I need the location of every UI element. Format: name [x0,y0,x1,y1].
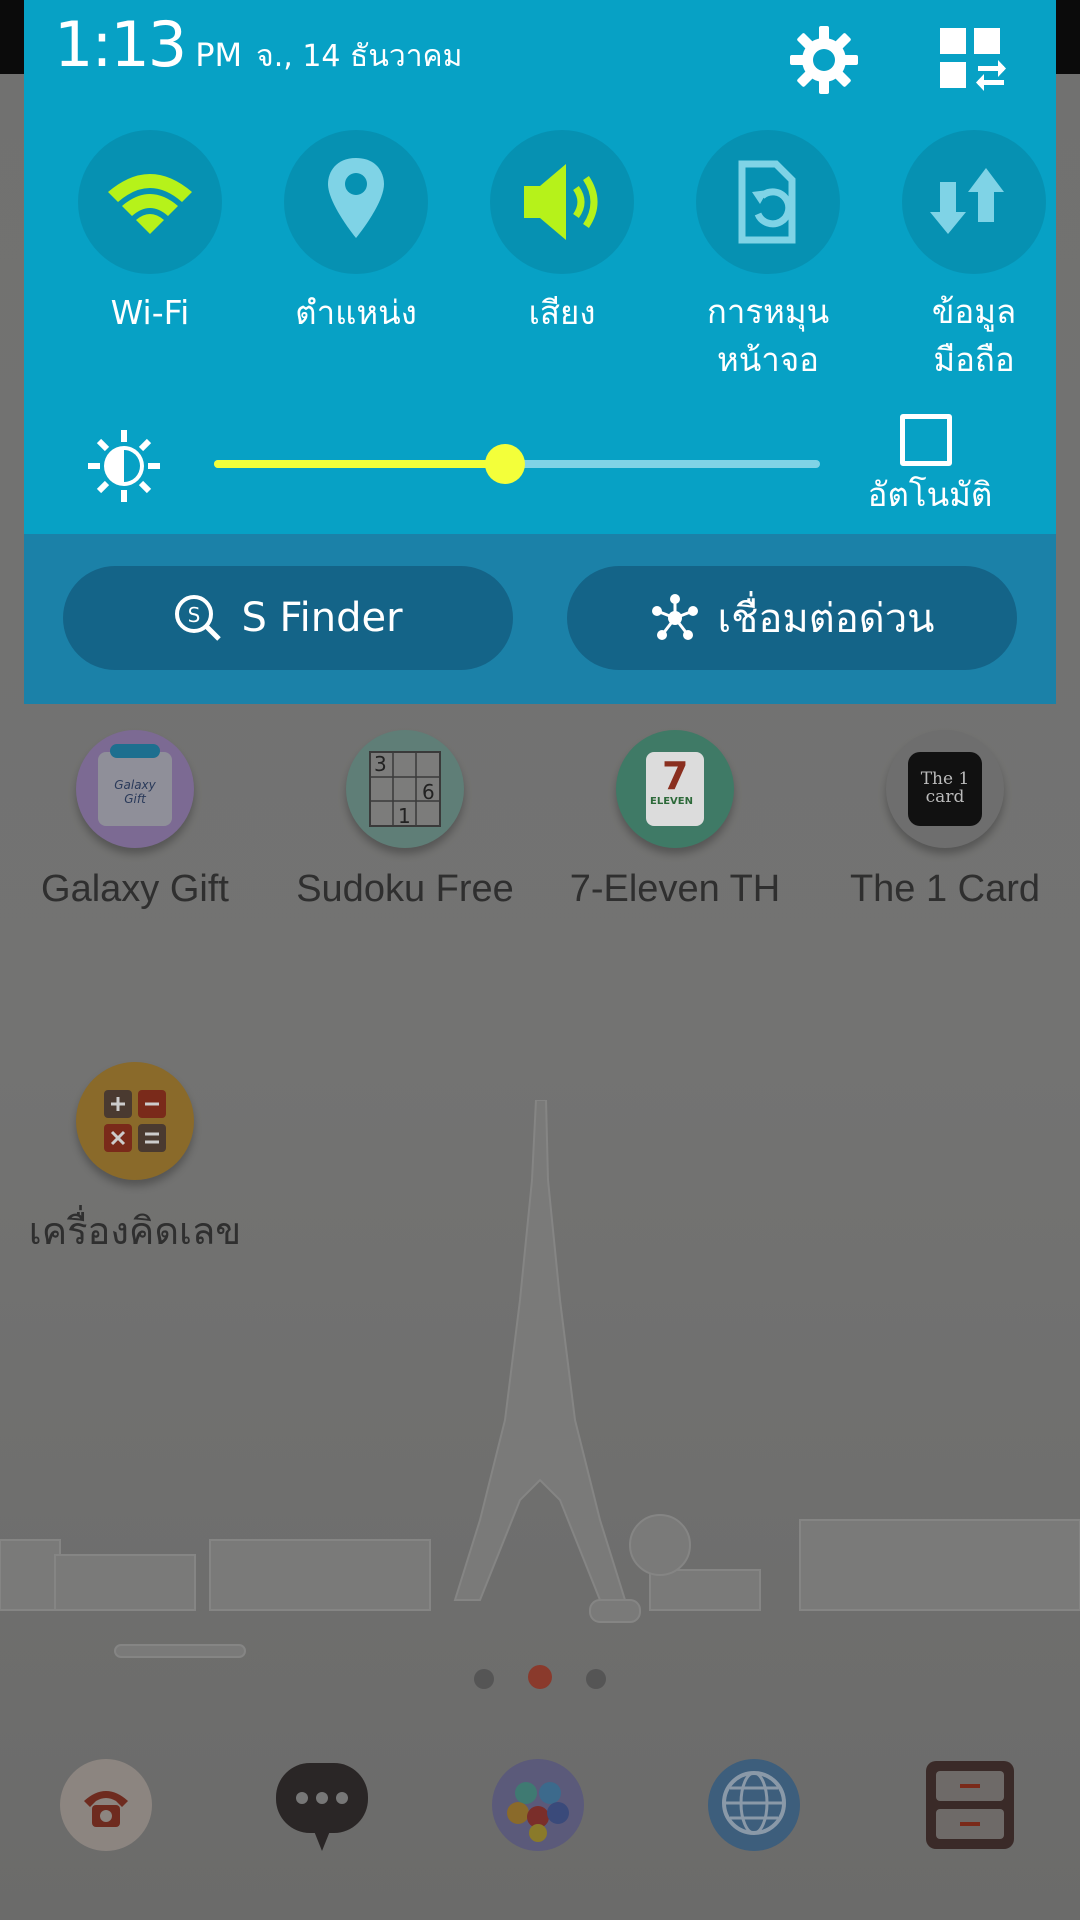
clock-time: 1:13 [54,8,187,81]
toggle-label: ตำแหน่ง [295,293,417,332]
s-finder-button[interactable]: S S Finder [63,566,513,670]
speaker-icon [490,130,634,274]
toggle-location[interactable]: ตำแหน่ง [261,130,451,338]
sudoku-icon: 3 6 1 [346,730,464,848]
the1card-icon: The 1 card [886,730,1004,848]
gear-icon[interactable] [786,22,862,98]
quick-connect-icon [651,594,698,640]
clock-ampm: PM [195,36,243,74]
toggle-sound[interactable]: เสียง [467,130,657,338]
gift-icon-text: Galaxy Gift [114,778,156,806]
apps-icon[interactable] [488,1755,588,1855]
toggle-label: ข้อมูล มือถือ [931,292,1017,379]
sudoku-digit: 1 [398,804,411,828]
page-dot[interactable] [586,1669,606,1689]
card-text: The 1 card [920,769,970,807]
search-icon: S [175,595,222,641]
auto-brightness-label: อัตโนมัติ [867,475,993,514]
app-sudoku-free[interactable]: 3 6 1 Sudoku Free [270,730,540,911]
app-label: The 1 Card [849,868,1041,910]
calculator-icon [76,1062,194,1180]
page-dot[interactable] [474,1669,494,1689]
clock-date: จ., 14 ธันวาคม [256,39,463,74]
app-7-eleven[interactable]: 7 ELEVEN 7-Eleven TH [540,730,810,911]
auto-brightness-checkbox[interactable] [900,414,952,466]
messages-icon[interactable] [272,1755,372,1855]
seven-text: 7 [662,754,689,798]
app-the-1-card[interactable]: The 1 card The 1 Card [810,730,1080,911]
screen-rotation-icon [696,130,840,274]
wifi-icon [78,130,222,274]
internet-icon[interactable] [704,1755,804,1855]
app-label: Sudoku Free [296,868,514,910]
toggle-wifi[interactable]: Wi-Fi [55,130,245,338]
app-label: 7-Eleven TH [569,868,781,910]
eleven-text: ELEVEN [650,796,693,807]
finder-bar: S S Finder เชื่อมต่อด่วน [24,534,1056,704]
sudoku-digit: 6 [422,780,435,804]
app-calculator[interactable]: เครื่องคิดเลข [0,1062,270,1261]
location-pin-icon [284,130,428,274]
brightness-control: อัตโนมัติ [24,400,1056,530]
phone-icon[interactable] [56,1755,156,1855]
brightness-slider-fill [214,460,505,468]
dock [0,1755,1080,1865]
toggle-mobile-data[interactable]: ข้อมูล มือถือ [879,130,1069,384]
toggle-screen-rotation[interactable]: การหมุน หน้าจอ [673,130,863,384]
quick-connect-label: เชื่อมต่อด่วน [717,596,935,642]
contacts-icon[interactable] [920,1755,1020,1855]
page-indicator [0,1665,1080,1693]
toggle-label: เสียง [528,293,596,332]
brightness-slider-thumb[interactable] [484,444,525,484]
quick-connect-button[interactable]: เชื่อมต่อด่วน [567,566,1017,670]
grid-edit-icon[interactable] [934,22,1010,98]
sudoku-digit: 3 [374,752,387,776]
app-galaxy-gift[interactable]: Galaxy Gift Galaxy Gift [0,730,270,911]
seven-eleven-icon: 7 ELEVEN [616,730,734,848]
page-dot-active[interactable] [528,1665,552,1689]
quick-settings-panel: 1:13 PM จ., 14 ธันวาคม Wi-Fi ตำแหน่ง เสี… [24,0,1056,534]
app-label: เครื่องคิดเลข [28,1211,242,1253]
toggle-label: การหมุน หน้าจอ [706,292,830,379]
s-finder-label: S Finder [241,595,403,641]
brightness-slider[interactable] [214,444,820,484]
svg-text:S: S [188,603,201,627]
clock: 1:13 PM จ., 14 ธันวาคม [54,8,462,81]
app-label: Galaxy Gift [41,868,229,910]
mobile-data-icon [902,130,1046,274]
gift-icon: Galaxy Gift [76,730,194,848]
toggle-label: Wi-Fi [110,293,190,332]
brightness-icon [88,430,160,502]
